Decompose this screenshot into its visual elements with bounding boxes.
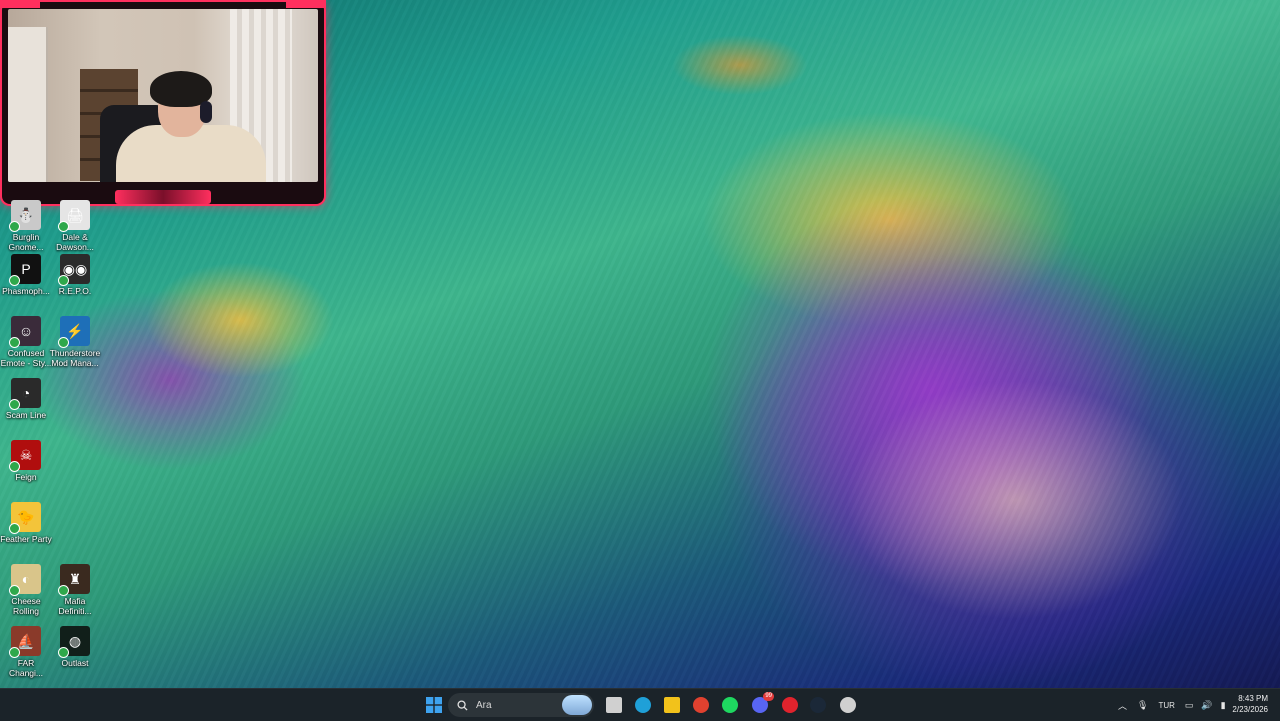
sync-check-icon — [9, 221, 20, 232]
app-icon: ♜ — [58, 564, 90, 596]
desktop-icon[interactable]: ◍ Outlast — [49, 626, 101, 668]
chevron-up-icon[interactable]: ︿ — [1118, 699, 1127, 712]
notification-badge: 99 — [763, 692, 774, 701]
app-icon: ◉◉ — [58, 254, 90, 286]
app-icon: 🖨 — [58, 200, 90, 232]
language-indicator[interactable]: TUR — [1158, 701, 1174, 710]
desktop-icon[interactable]: ◉◉ R.E.P.O. — [49, 254, 101, 296]
desktop-icon-label: Outlast — [61, 658, 89, 668]
sync-check-icon — [9, 337, 20, 348]
network-icon[interactable]: ▭ — [1185, 700, 1194, 711]
desktop-icon[interactable]: P Phasmoph... — [0, 254, 52, 296]
sync-check-icon — [9, 399, 20, 410]
webcam-headphone — [200, 101, 212, 123]
task-view-taskbar-icon[interactable] — [604, 695, 624, 715]
task-view-icon — [606, 697, 622, 713]
file-explorer-icon — [664, 697, 680, 713]
desktop-icon[interactable]: ☺ Confused Emote - Sty... — [0, 316, 52, 368]
app-icon: ☠ — [9, 440, 41, 472]
chrome-icon — [693, 697, 709, 713]
desktop-icon-label: Feign — [15, 472, 37, 482]
steam-icon — [810, 697, 826, 713]
taskbar: Ara 99 ︿ 🎙 TUR ▭ 🔊 ▮ 8:43 PM 2/23/2026 — [0, 688, 1280, 721]
sync-check-icon — [58, 221, 69, 232]
file-explorer-taskbar-icon[interactable] — [662, 695, 682, 715]
search-placeholder: Ara — [476, 699, 492, 711]
sync-check-icon — [9, 585, 20, 596]
desktop-icon[interactable]: ⚡ Thunderstore Mod Mana... — [49, 316, 101, 368]
desktop-icon-label: Mafia Definiti... — [58, 596, 92, 616]
windows-logo-icon — [426, 697, 442, 713]
start-button[interactable] — [424, 695, 444, 715]
opera-icon — [782, 697, 798, 713]
webcam-corner-accent — [286, 0, 326, 8]
edge-icon — [635, 697, 651, 713]
desktop-icon[interactable]: ◐ Cheese Rolling — [0, 564, 52, 616]
taskbar-search-box[interactable]: Ara — [448, 693, 594, 717]
desktop-icon-label: Phasmoph... — [2, 286, 50, 296]
search-icon — [457, 699, 468, 711]
sync-check-icon — [58, 275, 69, 286]
desktop-icon[interactable]: ♜ Mafia Definiti... — [49, 564, 101, 616]
battery-icon[interactable]: ▮ — [1221, 700, 1226, 711]
app-icon: 🐤 — [9, 502, 41, 534]
sync-check-icon — [9, 461, 20, 472]
edge-taskbar-icon[interactable] — [633, 695, 653, 715]
desktop-icon-label: Feather Party — [0, 534, 52, 544]
steam-taskbar-icon[interactable] — [808, 695, 828, 715]
desktop-icon-label: Cheese Rolling — [11, 596, 41, 616]
app-icon: ⛄ — [9, 200, 41, 232]
webcam-corner-accent — [0, 0, 40, 8]
clock-time: 8:43 PM — [1238, 694, 1268, 703]
obs-taskbar-icon[interactable] — [838, 695, 858, 715]
desktop-icon-label: Dale & Dawson... — [56, 232, 94, 252]
app-icon: P — [9, 254, 41, 286]
desktop-icon[interactable]: ☠ Feign — [0, 440, 52, 482]
microphone-icon[interactable]: 🎙 — [1137, 700, 1148, 711]
obs-icon — [840, 697, 856, 713]
system-tray: ︿ 🎙 TUR ▭ 🔊 ▮ — [1118, 689, 1226, 721]
sync-check-icon — [58, 337, 69, 348]
webcam-door — [8, 27, 48, 182]
taskbar-clock[interactable]: 8:43 PM 2/23/2026 — [1232, 693, 1268, 715]
spotify-taskbar-icon[interactable] — [720, 695, 740, 715]
sync-check-icon — [9, 275, 20, 286]
desktop-icon-label: Scam Line — [5, 410, 47, 420]
desktop-icon-label: Confused Emote - Sty... — [0, 348, 52, 368]
app-icon: ⚡ — [58, 316, 90, 348]
app-icon: ◔ — [9, 378, 41, 410]
app-icon: ☺ — [9, 316, 41, 348]
discord-taskbar-icon[interactable]: 99 — [750, 692, 774, 715]
webcam-bottom-accent — [115, 190, 211, 204]
desktop-icon[interactable]: ⛵ FAR Changi... — [0, 626, 52, 678]
desktop-icon[interactable]: 🐤 Feather Party — [0, 502, 52, 544]
desktop-icon-label: Thunderstore Mod Mana... — [49, 348, 101, 368]
desktop-icon-label: FAR Changi... — [8, 658, 44, 678]
sync-check-icon — [58, 585, 69, 596]
app-icon: ⛵ — [9, 626, 41, 658]
webcam-overlay — [0, 0, 328, 208]
webcam-feed — [8, 9, 318, 182]
spotify-icon — [722, 697, 738, 713]
app-icon: ◐ — [9, 564, 41, 596]
chrome-taskbar-icon[interactable] — [691, 695, 711, 715]
desktop-icon[interactable]: 🖨 Dale & Dawson... — [49, 200, 101, 252]
desktop-icon-label: R.E.P.O. — [58, 286, 92, 296]
desktop-icon-label: Burglin Gnome... — [8, 232, 44, 252]
opera-taskbar-icon[interactable] — [780, 695, 800, 715]
clock-date: 2/23/2026 — [1232, 705, 1268, 714]
app-icon: ◍ — [58, 626, 90, 658]
sync-check-icon — [9, 647, 20, 658]
sync-check-icon — [58, 647, 69, 658]
desktop-icon[interactable]: ◔ Scam Line — [0, 378, 52, 420]
sync-check-icon — [9, 523, 20, 534]
search-highlight-icon — [562, 695, 592, 715]
volume-icon[interactable]: 🔊 — [1201, 700, 1212, 711]
desktop-icon[interactable]: ⛄ Burglin Gnome... — [0, 200, 52, 252]
